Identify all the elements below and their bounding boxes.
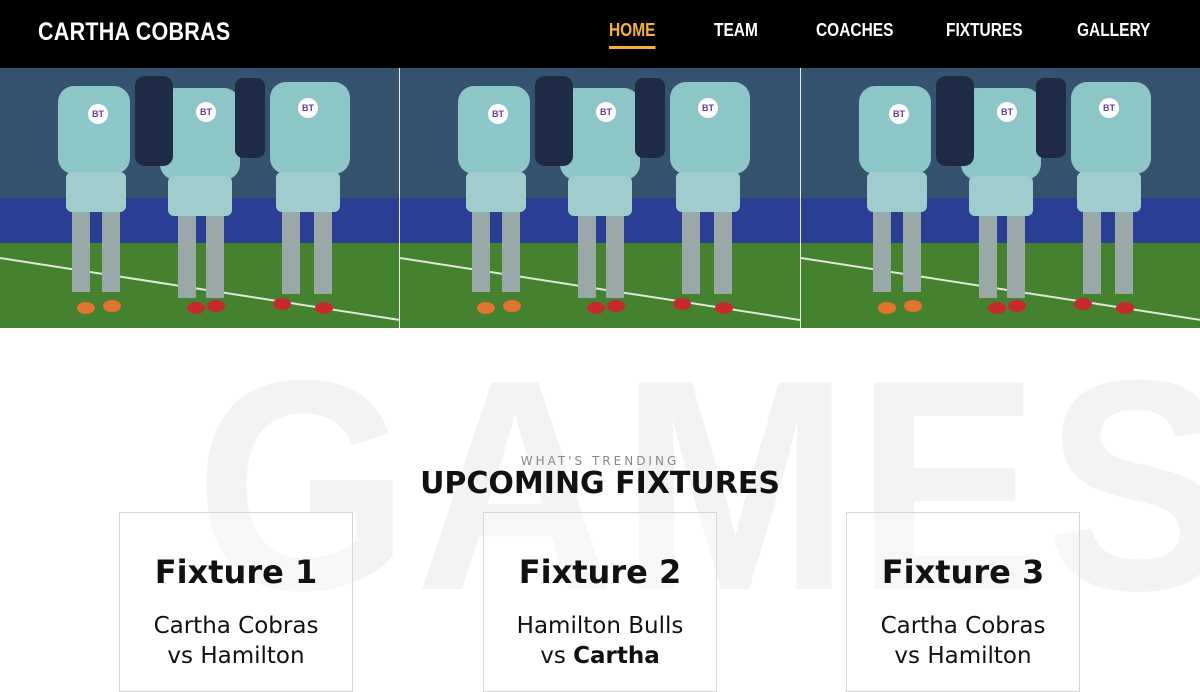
svg-text:BT: BT xyxy=(893,109,905,119)
svg-text:BT: BT xyxy=(302,103,314,113)
svg-text:BT: BT xyxy=(92,109,104,119)
svg-text:BT: BT xyxy=(492,109,504,119)
fixture-matchup: Cartha Cobras vs Hamilton xyxy=(120,611,352,671)
fixture-title: Fixture 1 xyxy=(154,553,318,591)
fixture-home-team: Cartha Cobras xyxy=(153,613,319,639)
nav-coaches-link[interactable]: COACHES xyxy=(816,20,893,46)
fixture-card[interactable]: Fixture 2 Hamilton Bulls vs Cartha xyxy=(483,512,717,692)
team-photo-image: BT BT BT xyxy=(0,68,400,328)
main-nav: HOME TEAM COACHES FIXTURES GALLERY xyxy=(0,20,1200,50)
team-photo-image: BT BT BT xyxy=(400,68,800,328)
hero-team-photo: BT BT BT xyxy=(399,68,800,328)
fixture-matchup: Hamilton Bulls vs Cartha xyxy=(484,611,716,671)
fixture-card[interactable]: Fixture 3 Cartha Cobras vs Hamilton xyxy=(846,512,1080,692)
fixture-title: Fixture 3 xyxy=(881,553,1045,591)
hero-team-photo: BT BT BT xyxy=(799,68,1200,328)
hero-team-photo: BT BT BT xyxy=(0,68,400,328)
svg-text:BT: BT xyxy=(600,107,612,117)
top-navbar: CARTHA COBRAS HOME TEAM COACHES FIXTURES… xyxy=(0,0,1200,68)
fixture-card[interactable]: Fixture 1 Cartha Cobras vs Hamilton xyxy=(119,512,353,692)
fixture-home-team: Cartha Cobras xyxy=(880,613,1046,639)
fixture-home-team: Hamilton Bulls xyxy=(516,613,684,639)
nav-home-link[interactable]: HOME xyxy=(609,20,656,49)
team-photo-image: BT BT BT xyxy=(800,68,1200,328)
fixture-matchup: Cartha Cobras vs Hamilton xyxy=(847,611,1079,671)
nav-fixtures-link[interactable]: FIXTURES xyxy=(946,20,1023,46)
fixture-opponent: vs Cartha xyxy=(540,643,660,669)
section-title: UPCOMING FIXTURES xyxy=(420,466,780,501)
hero-banner: BT BT BT BT BT BT BT BT BT xyxy=(0,68,1200,328)
svg-text:BT: BT xyxy=(1103,103,1115,113)
svg-text:BT: BT xyxy=(702,103,714,113)
svg-text:BT: BT xyxy=(200,107,212,117)
fixture-opponent: vs Hamilton xyxy=(894,643,1032,669)
fixture-opponent: vs Hamilton xyxy=(167,643,305,669)
fixture-title: Fixture 2 xyxy=(518,553,682,591)
nav-gallery-link[interactable]: GALLERY xyxy=(1077,20,1150,46)
nav-team-link[interactable]: TEAM xyxy=(714,20,758,46)
svg-text:BT: BT xyxy=(1001,107,1013,117)
